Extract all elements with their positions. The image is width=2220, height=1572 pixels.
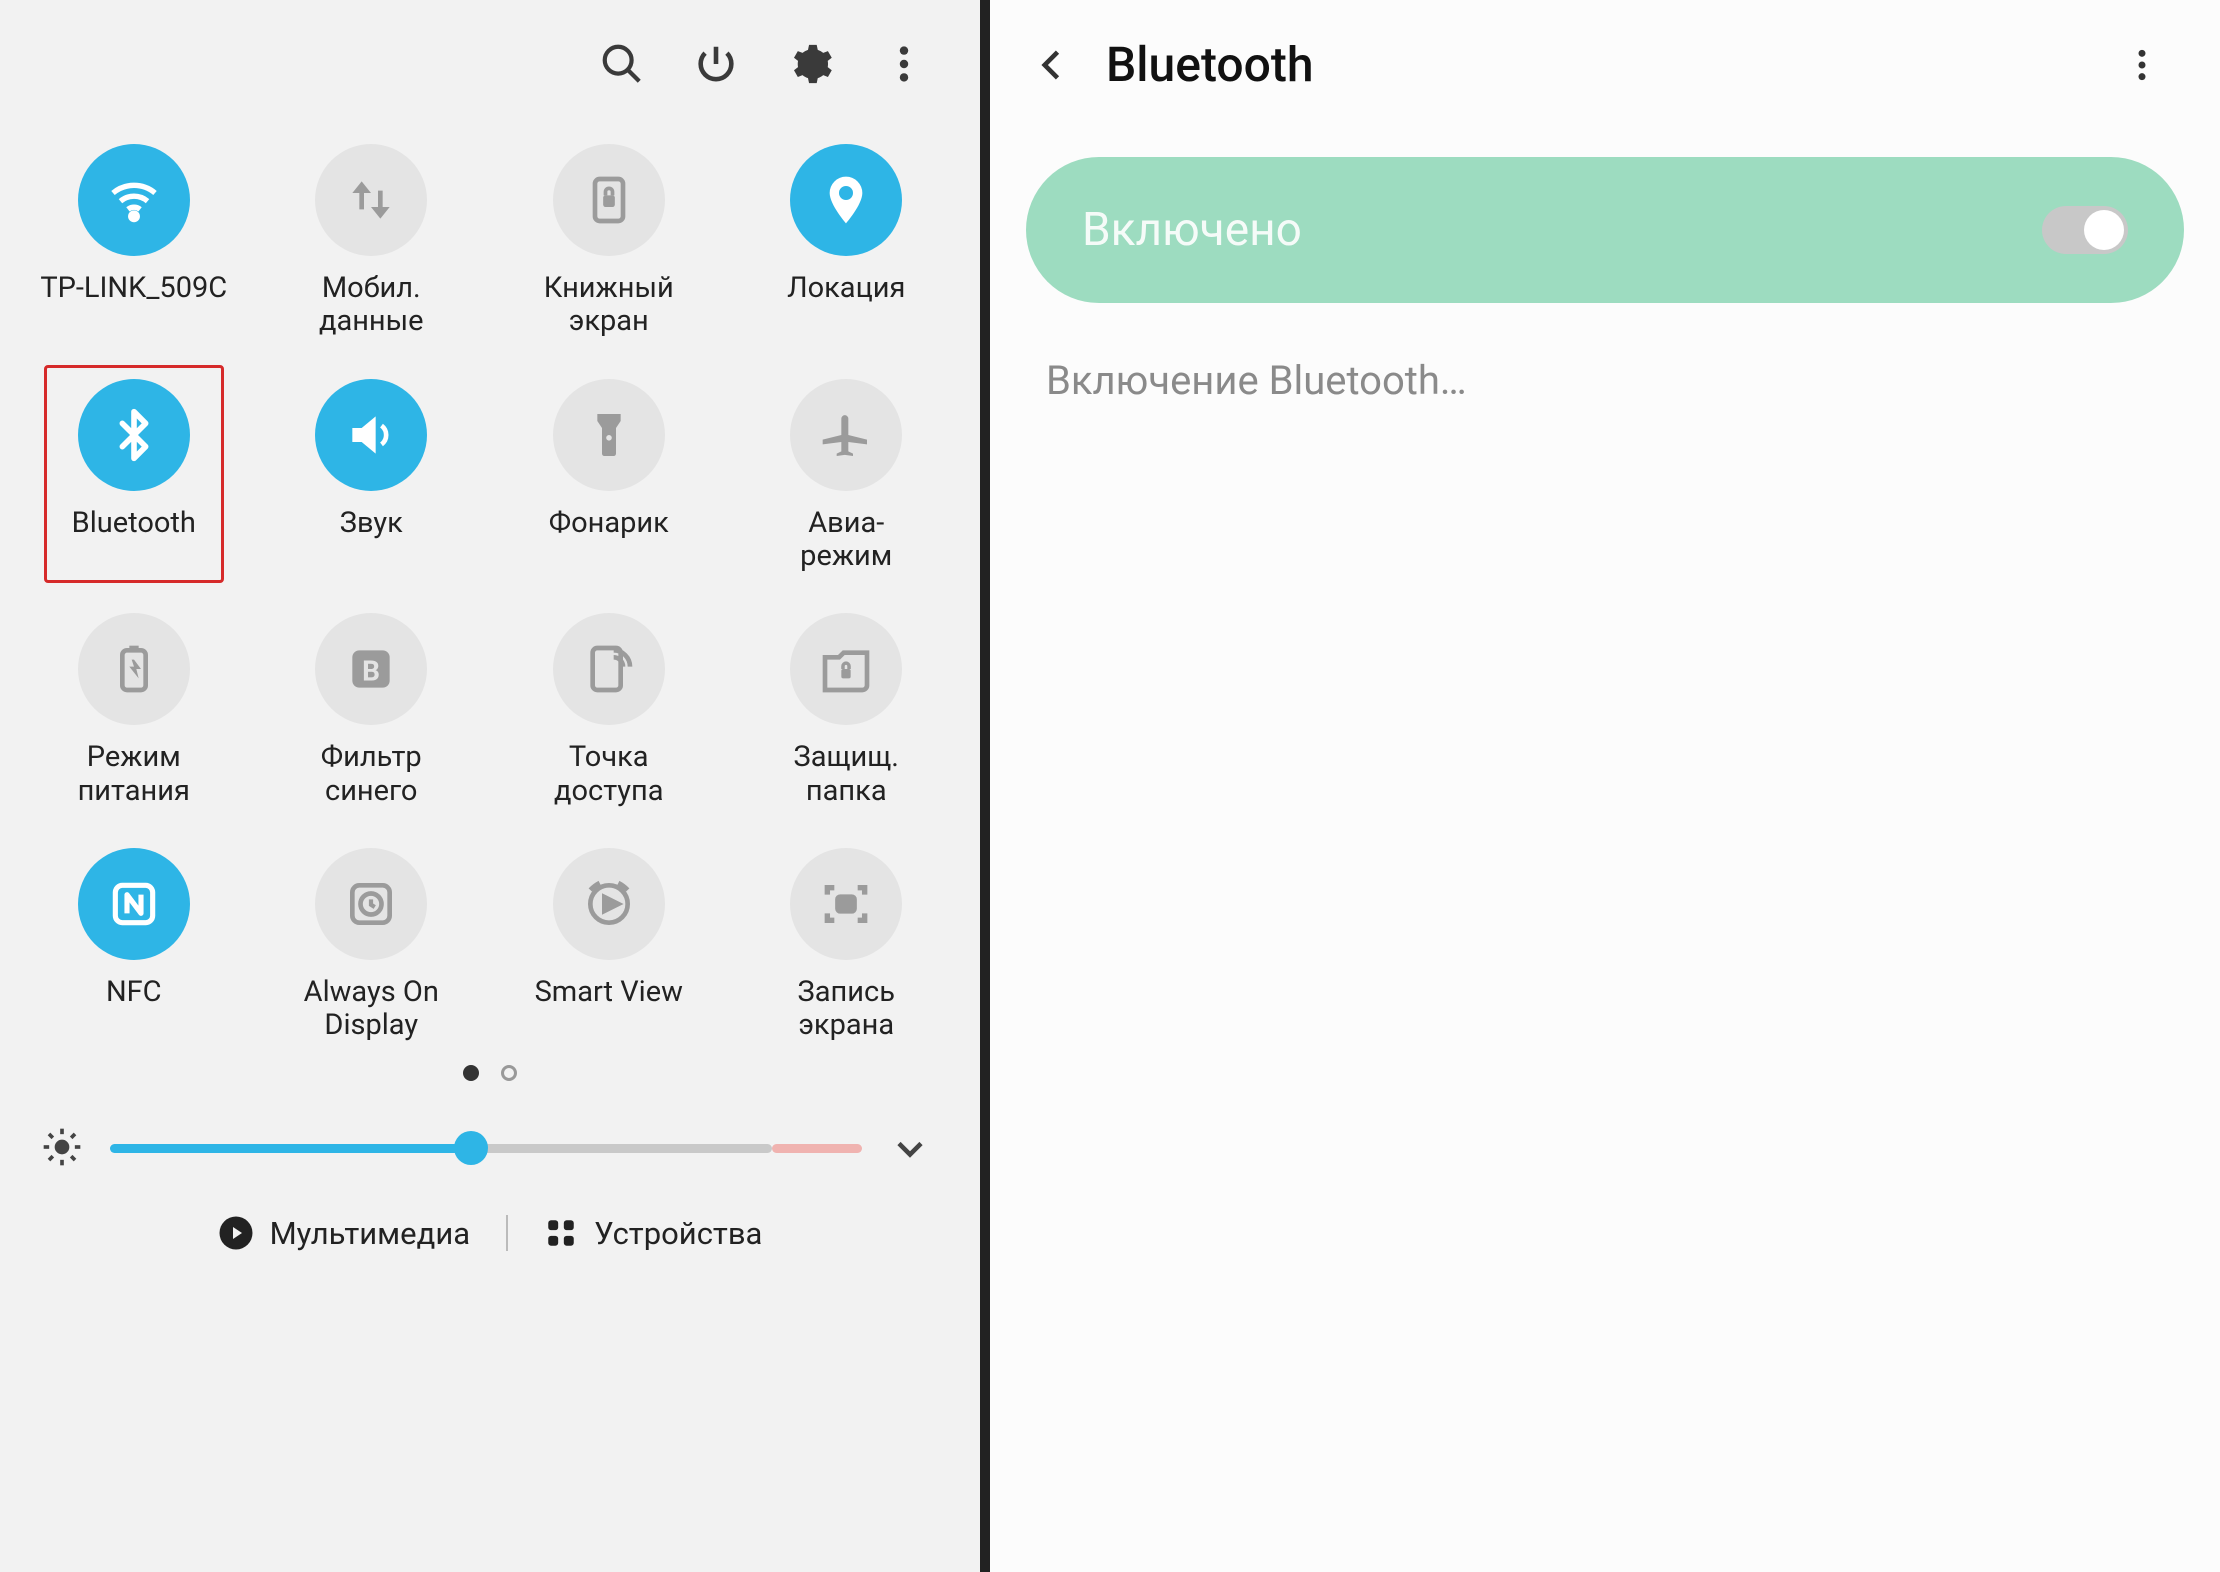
brightness-row xyxy=(0,1081,980,1173)
page-title: Bluetooth xyxy=(1106,36,2116,93)
page-dot-other[interactable] xyxy=(501,1065,517,1081)
separator xyxy=(506,1215,508,1251)
tile-smartview[interactable]: Smart View xyxy=(495,848,723,1043)
bluetooth-icon[interactable] xyxy=(78,379,190,491)
securefolder-icon[interactable] xyxy=(790,613,902,725)
batteryrec-icon[interactable] xyxy=(78,613,190,725)
brightness-icon xyxy=(40,1125,84,1173)
devices-label: Устройства xyxy=(594,1215,762,1252)
pin-icon[interactable] xyxy=(790,144,902,256)
tile-label: Smart View xyxy=(535,976,683,1009)
gear-icon[interactable] xyxy=(784,38,836,90)
updown-icon[interactable] xyxy=(315,144,427,256)
tile-label: Звук xyxy=(340,507,403,540)
cast-icon[interactable] xyxy=(553,848,665,960)
booklock-icon[interactable] xyxy=(553,144,665,256)
back-icon[interactable] xyxy=(1026,39,1078,91)
tile-sound[interactable]: Звук xyxy=(258,379,486,574)
nfc-icon[interactable] xyxy=(78,848,190,960)
tile-screenrec[interactable]: Запись экрана xyxy=(733,848,961,1043)
tile-flashlight[interactable]: Фонарик xyxy=(495,379,723,574)
speaker-icon[interactable] xyxy=(315,379,427,491)
tile-location[interactable]: Локация xyxy=(733,144,961,339)
tile-label: Bluetooth xyxy=(72,507,196,540)
brightness-slider[interactable] xyxy=(110,1144,862,1153)
tile-label: Always On Display xyxy=(304,976,439,1043)
clockrect-icon[interactable] xyxy=(315,848,427,960)
tile-secfolder[interactable]: Защищ. папка xyxy=(733,613,961,808)
tile-mobiledata[interactable]: Мобил. данные xyxy=(258,144,486,339)
airplane-icon[interactable] xyxy=(790,379,902,491)
panel-divider xyxy=(980,0,990,1572)
qs-tiles-grid: TP-LINK_509C Мобил. данные Книжный экран Ло… xyxy=(0,116,980,1043)
capture-icon[interactable] xyxy=(790,848,902,960)
wifi-icon[interactable] xyxy=(78,144,190,256)
search-icon[interactable] xyxy=(596,38,648,90)
tile-ebook[interactable]: Книжный экран xyxy=(495,144,723,339)
bluetooth-master-toggle-row[interactable]: Включено xyxy=(1026,157,2184,303)
tile-label: Локация xyxy=(787,272,905,305)
tile-label: TP-LINK_509C xyxy=(40,272,227,305)
qs-bottom-bar: Мультимедиа Устройства xyxy=(0,1215,980,1252)
tile-label: Защищ. папка xyxy=(794,741,899,808)
page-dot-current xyxy=(463,1065,479,1081)
tile-label: Точка доступа xyxy=(554,741,664,808)
power-icon[interactable] xyxy=(690,38,742,90)
tile-bluefilter[interactable]: B Фильтр синего xyxy=(258,613,486,808)
tile-label: Мобил. данные xyxy=(319,272,424,339)
letterB-icon[interactable]: B xyxy=(315,613,427,725)
quick-settings-panel: TP-LINK_509C Мобил. данные Книжный экран Ло… xyxy=(0,0,980,1572)
tile-label: Режим питания xyxy=(78,741,190,808)
tile-aod[interactable]: Always On Display xyxy=(258,848,486,1043)
status-text: Включение Bluetooth… xyxy=(1046,357,2164,404)
tile-label: Запись экрана xyxy=(798,976,895,1043)
tile-hotspot[interactable]: Точка доступа xyxy=(495,613,723,808)
toggle-label: Включено xyxy=(1082,203,1302,257)
page-indicator xyxy=(0,1065,980,1081)
more-icon[interactable] xyxy=(2116,39,2168,91)
flashlight-icon[interactable] xyxy=(553,379,665,491)
toggle-switch[interactable] xyxy=(2042,206,2128,254)
tile-label: NFC xyxy=(106,976,162,1009)
tile-powermode[interactable]: Режим питания xyxy=(20,613,248,808)
tile-label: Фильтр синего xyxy=(321,741,422,808)
media-label: Мультимедиа xyxy=(270,1215,471,1252)
more-icon[interactable] xyxy=(878,38,930,90)
tile-label: Авиа- режим xyxy=(800,507,892,574)
bluetooth-settings-panel: Bluetooth Включено Включение Bluetooth… xyxy=(990,0,2220,1572)
media-button[interactable]: Мультимедиа xyxy=(218,1215,471,1252)
hotspot-icon[interactable] xyxy=(553,613,665,725)
devices-button[interactable]: Устройства xyxy=(544,1215,762,1252)
brightness-thumb[interactable] xyxy=(454,1131,488,1165)
chevron-down-icon[interactable] xyxy=(888,1127,932,1171)
tile-label: Фонарик xyxy=(549,507,669,540)
tile-airplane[interactable]: Авиа- режим xyxy=(733,379,961,574)
qs-toolbar xyxy=(0,0,980,116)
svg-text:B: B xyxy=(362,655,380,688)
settings-header: Bluetooth xyxy=(990,0,2220,129)
tile-wifi[interactable]: TP-LINK_509C xyxy=(20,144,248,339)
tile-nfc[interactable]: NFC xyxy=(20,848,248,1043)
tile-bluetooth[interactable]: Bluetooth xyxy=(20,379,248,574)
tile-label: Книжный экран xyxy=(544,272,674,339)
